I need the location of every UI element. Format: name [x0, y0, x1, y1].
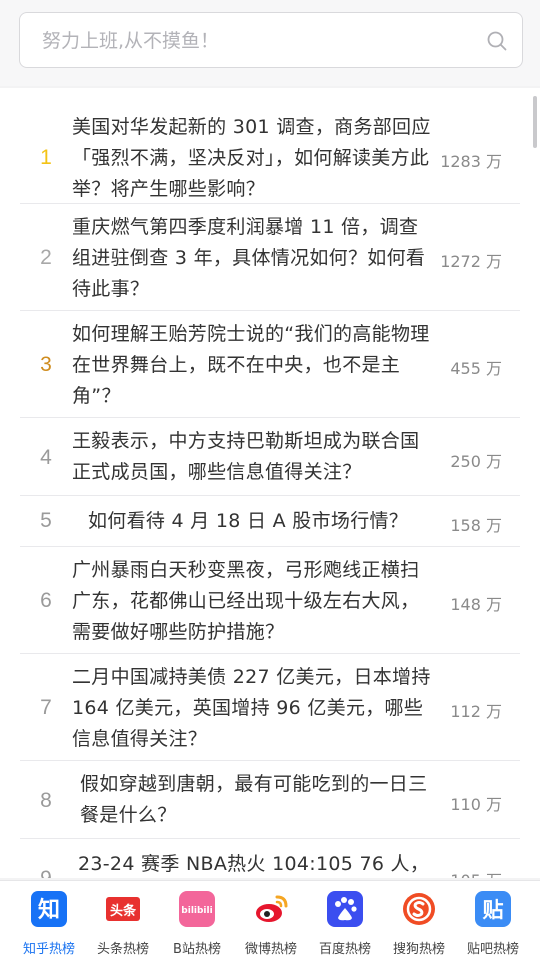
sogou-icon	[403, 893, 435, 925]
tieba-icon-text: 贴	[483, 898, 504, 922]
heat-value: 1283 万	[440, 152, 502, 171]
zhihu-icon-text: 知	[38, 897, 60, 923]
nav-tab-sogou[interactable]: 搜狗热榜	[383, 891, 455, 965]
hot-list-item[interactable]: 6 广州暴雨白天秒变黑夜，弓形飑线正横扫广东，花都佛山已经出现十级左右大风，需要…	[20, 547, 520, 654]
hot-list-item[interactable]: 1 美国对华发起新的 301 调查，商务部回应「强烈不满，坚决反对」，如何解读美…	[20, 96, 520, 204]
nav-label: 知乎热榜	[22, 942, 75, 957]
item-title: 王毅表示，中方支持巴勒斯坦成为联合国正式成员国，哪些信息值得关注？	[72, 430, 420, 483]
search-input[interactable]	[40, 13, 484, 69]
heat-value: 1272 万	[440, 252, 502, 271]
rank-number: 7	[40, 696, 52, 719]
item-title: 如何理解王贻芳院士说的“我们的高能物理在世界舞台上，既不在中央，也不是主角”？	[72, 323, 430, 407]
item-title: 美国对华发起新的 301 调查，商务部回应「强烈不满，坚决反对」，如何解读美方此…	[72, 116, 431, 200]
baidu-icon	[327, 891, 363, 927]
nav-label: B站热榜	[173, 942, 221, 957]
item-title: 重庆燃气第四季度利润暴增 11 倍，调查组进驻倒查 3 年，具体情况如何？如何看…	[72, 216, 426, 300]
rank-number: 4	[40, 446, 52, 469]
nav-label: 贴吧热榜	[466, 942, 519, 957]
heat-value: 112 万	[450, 702, 502, 721]
app-screen: 1 美国对华发起新的 301 调查，商务部回应「强烈不满，坚决反对」，如何解读美…	[0, 0, 540, 974]
nav-tab-weibo[interactable]: 微博热榜	[235, 891, 307, 965]
heat-value: 105 万	[450, 867, 502, 878]
rank-number: 9	[34, 867, 58, 878]
zhihu-icon: 知	[31, 891, 67, 927]
hot-list-item[interactable]: 5 如何看待 4 月 18 日 A 股市场行情？ 158 万	[20, 496, 520, 547]
hot-list: 1 美国对华发起新的 301 调查，商务部回应「强烈不满，坚决反对」，如何解读美…	[0, 88, 540, 878]
search-box[interactable]	[19, 12, 523, 69]
heat-value: 148 万	[450, 595, 502, 614]
nav-tab-zhihu[interactable]: 知 知乎热榜	[13, 891, 85, 965]
toutiao-icon-text: 头条	[110, 903, 137, 919]
item-title: 如何看待 4 月 18 日 A 股市场行情？	[88, 510, 409, 532]
nav-tab-baidu[interactable]: 百度热榜	[309, 891, 381, 965]
item-title: 二月中国减持美债 227 亿美元，日本增持 164 亿美元，英国增持 96 亿美…	[72, 666, 431, 750]
toutiao-icon: 头条	[106, 897, 140, 921]
item-title: 广州暴雨白天秒变黑夜，弓形飑线正横扫广东，花都佛山已经出现十级左右大风，需要做好…	[72, 559, 420, 643]
search-icon[interactable]	[486, 30, 508, 52]
nav-label: 微博热榜	[244, 942, 297, 957]
item-title: 23-24 赛季 NBA热火 104:105 76 人，	[78, 853, 430, 875]
bottom-nav: 知 知乎热榜 头条 头条热榜 bilibili B站热榜 微博热榜 百度热榜 搜…	[0, 880, 540, 974]
search-bar	[0, 0, 540, 86]
nav-tab-toutiao[interactable]: 头条 头条热榜	[87, 891, 159, 965]
hot-list-item[interactable]: 9 23-24 赛季 NBA热火 104:105 76 人， 105 万	[20, 839, 520, 878]
rank-number: 8	[40, 789, 52, 812]
rank-number: 5	[40, 509, 52, 532]
weibo-icon	[256, 895, 288, 922]
heat-value: 110 万	[450, 795, 502, 814]
heat-value: 250 万	[450, 452, 502, 471]
nav-label: 头条热榜	[96, 942, 149, 957]
heat-value: 455 万	[450, 359, 502, 378]
tieba-icon: 贴	[475, 891, 511, 927]
hot-list-item[interactable]: 2 重庆燃气第四季度利润暴增 11 倍，调查组进驻倒查 3 年，具体情况如何？如…	[20, 204, 520, 311]
hot-list-item[interactable]: 3 如何理解王贻芳院士说的“我们的高能物理在世界舞台上，既不在中央，也不是主角”…	[20, 311, 520, 418]
hot-list-item[interactable]: 4 王毅表示，中方支持巴勒斯坦成为联合国正式成员国，哪些信息值得关注？ 250 …	[20, 418, 520, 496]
bilibili-icon-text: bilibili	[181, 906, 212, 916]
hot-list-item[interactable]: 8 假如穿越到唐朝，最有可能吃到的一日三餐是什么？ 110 万	[20, 761, 520, 839]
item-title: 假如穿越到唐朝，最有可能吃到的一日三餐是什么？	[80, 773, 428, 826]
heat-value: 158 万	[450, 516, 502, 535]
nav-tab-tieba[interactable]: 贴 贴吧热榜	[457, 891, 529, 965]
rank-number: 1	[40, 146, 52, 169]
scrollbar[interactable]	[533, 96, 537, 148]
nav-tab-bilibili[interactable]: bilibili B站热榜	[161, 891, 233, 965]
nav-label: 搜狗热榜	[392, 942, 445, 957]
bilibili-icon: bilibili	[179, 891, 215, 927]
hot-list-item[interactable]: 7 二月中国减持美债 227 亿美元，日本增持 164 亿美元，英国增持 96 …	[20, 654, 520, 761]
rank-number: 2	[40, 246, 52, 269]
rank-number: 6	[40, 589, 52, 612]
nav-label: 百度热榜	[318, 942, 371, 957]
rank-number: 3	[40, 353, 52, 376]
